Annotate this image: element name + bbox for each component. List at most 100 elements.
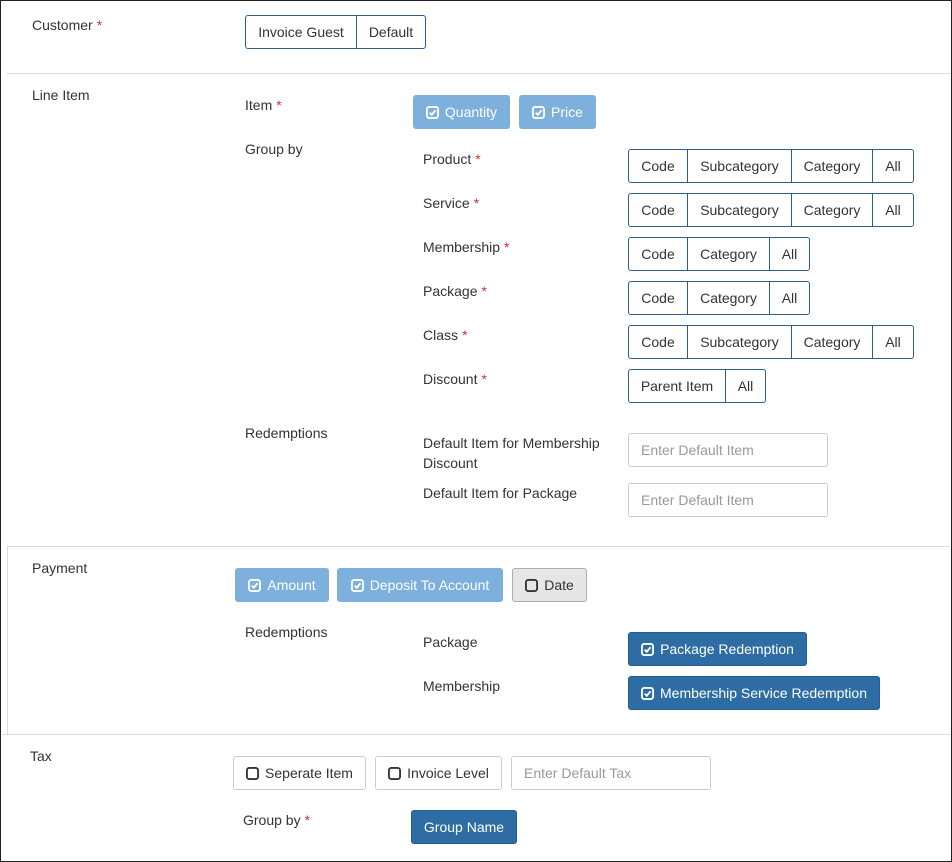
checked-square-icon xyxy=(425,105,439,119)
required-marker: * xyxy=(304,812,311,828)
section-divider xyxy=(7,546,950,547)
tax-group-by-label: Group by * xyxy=(243,810,310,830)
payment-label: Payment xyxy=(32,560,88,576)
required-marker: * xyxy=(475,151,481,167)
default-item-membership-discount-label-line2: Discount xyxy=(423,455,478,471)
payment-amount-button[interactable]: Amount xyxy=(235,568,329,602)
membership-option-all[interactable]: All xyxy=(769,237,810,271)
package-option-all[interactable]: All xyxy=(769,281,810,315)
customer-option-group: Invoice Guest Default xyxy=(245,15,426,49)
section-left-border xyxy=(7,547,8,735)
required-marker: * xyxy=(473,195,480,211)
required-marker: * xyxy=(462,327,468,343)
item-price-label: Price xyxy=(551,104,583,120)
settings-panel: Customer * Invoice Guest Default Line Ite… xyxy=(0,0,952,862)
package-redemption-label: Package Redemption xyxy=(660,641,794,657)
default-item-membership-discount-input[interactable] xyxy=(628,433,828,467)
checked-square-icon xyxy=(350,578,364,592)
required-marker: * xyxy=(481,371,487,387)
checked-square-icon xyxy=(641,686,654,700)
package-option-group: Code Category All xyxy=(628,281,810,315)
class-option-subcategory[interactable]: Subcategory xyxy=(687,325,792,359)
package-option-code[interactable]: Code xyxy=(628,281,688,315)
item-quantity-label: Quantity xyxy=(444,104,498,120)
group-name-label: Group Name xyxy=(423,819,505,835)
checked-square-icon xyxy=(248,578,262,592)
class-option-all[interactable]: All xyxy=(872,325,914,359)
section-divider xyxy=(2,734,950,735)
item-label: Item * xyxy=(245,95,282,115)
line-item-label: Line Item xyxy=(32,87,90,103)
tax-seperate-item-button[interactable]: Seperate Item xyxy=(233,756,366,790)
class-option-code[interactable]: Code xyxy=(628,325,688,359)
item-price-button[interactable]: Price xyxy=(519,95,596,129)
required-marker: * xyxy=(96,17,103,33)
payment-deposit-to-account-label: Deposit To Account xyxy=(369,577,490,593)
group-by-service-label: Service * xyxy=(423,193,479,213)
payment-package-label: Package xyxy=(423,634,478,650)
tax-group-by-text: Group by xyxy=(243,812,301,828)
default-item-package-label: Default Item for Package xyxy=(423,485,578,501)
service-option-category[interactable]: Category xyxy=(791,193,873,227)
checked-square-icon xyxy=(641,642,655,656)
membership-service-redemption-button[interactable]: Membership Service Redemption xyxy=(628,676,880,710)
product-option-category[interactable]: Category xyxy=(791,149,873,183)
payment-membership-label: Membership xyxy=(423,678,501,694)
unchecked-square-icon xyxy=(525,578,539,592)
customer-label: Customer * xyxy=(32,15,102,35)
service-option-code[interactable]: Code xyxy=(628,193,688,227)
default-tax-input[interactable] xyxy=(511,756,711,790)
product-option-code[interactable]: Code xyxy=(628,149,688,183)
product-option-group: Code Subcategory Category All xyxy=(628,149,914,183)
unchecked-square-icon xyxy=(388,766,402,780)
group-by-class-label: Class * xyxy=(423,325,467,345)
group-by-package-text: Package xyxy=(423,283,478,299)
group-by-product-text: Product xyxy=(423,151,472,167)
discount-option-parent-item[interactable]: Parent Item xyxy=(628,369,726,403)
package-option-category[interactable]: Category xyxy=(687,281,770,315)
default-item-membership-discount-label: Default Item for Membership Discount xyxy=(423,433,600,473)
membership-option-group: Code Category All xyxy=(628,237,810,271)
tax-invoice-level-button[interactable]: Invoice Level xyxy=(375,756,502,790)
group-by-discount-text: Discount xyxy=(423,371,478,387)
payment-date-button[interactable]: Date xyxy=(512,568,587,602)
discount-option-all[interactable]: All xyxy=(725,369,766,403)
service-option-all[interactable]: All xyxy=(872,193,914,227)
unchecked-square-icon xyxy=(246,766,260,780)
tax-label: Tax xyxy=(30,748,52,764)
group-by-discount-label: Discount * xyxy=(423,369,487,389)
group-by-product-label: Product * xyxy=(423,149,481,169)
package-redemption-button[interactable]: Package Redemption xyxy=(628,632,807,666)
required-marker: * xyxy=(276,97,282,113)
group-by-service-text: Service xyxy=(423,195,470,211)
required-marker: * xyxy=(481,283,487,299)
item-quantity-button[interactable]: Quantity xyxy=(413,95,510,129)
default-item-membership-discount-label-line1: Default Item for Membership xyxy=(423,435,600,451)
customer-option-default[interactable]: Default xyxy=(356,15,426,49)
required-marker: * xyxy=(504,239,510,255)
default-item-package-input[interactable] xyxy=(628,483,828,517)
payment-redemptions-label: Redemptions xyxy=(245,624,328,640)
item-label-text: Item xyxy=(245,97,273,113)
customer-label-text: Customer xyxy=(32,17,93,33)
product-option-all[interactable]: All xyxy=(872,149,914,183)
customer-option-invoice-guest[interactable]: Invoice Guest xyxy=(245,15,357,49)
section-divider xyxy=(7,73,950,74)
service-option-subcategory[interactable]: Subcategory xyxy=(687,193,792,227)
membership-option-code[interactable]: Code xyxy=(628,237,688,271)
membership-option-category[interactable]: Category xyxy=(687,237,770,271)
product-option-subcategory[interactable]: Subcategory xyxy=(687,149,792,183)
group-by-package-label: Package * xyxy=(423,281,487,301)
tax-invoice-level-label: Invoice Level xyxy=(407,765,489,781)
service-option-group: Code Subcategory Category All xyxy=(628,193,914,227)
class-option-group: Code Subcategory Category All xyxy=(628,325,914,359)
discount-option-group: Parent Item All xyxy=(628,369,766,403)
class-option-category[interactable]: Category xyxy=(791,325,873,359)
line-item-redemptions-label: Redemptions xyxy=(245,425,328,441)
checked-square-icon xyxy=(532,105,546,119)
group-by-membership-label: Membership * xyxy=(423,237,509,257)
group-name-button[interactable]: Group Name xyxy=(411,810,517,844)
group-by-membership-text: Membership xyxy=(423,239,501,255)
payment-deposit-to-account-button[interactable]: Deposit To Account xyxy=(337,568,503,602)
tax-seperate-item-label: Seperate Item xyxy=(265,765,353,781)
